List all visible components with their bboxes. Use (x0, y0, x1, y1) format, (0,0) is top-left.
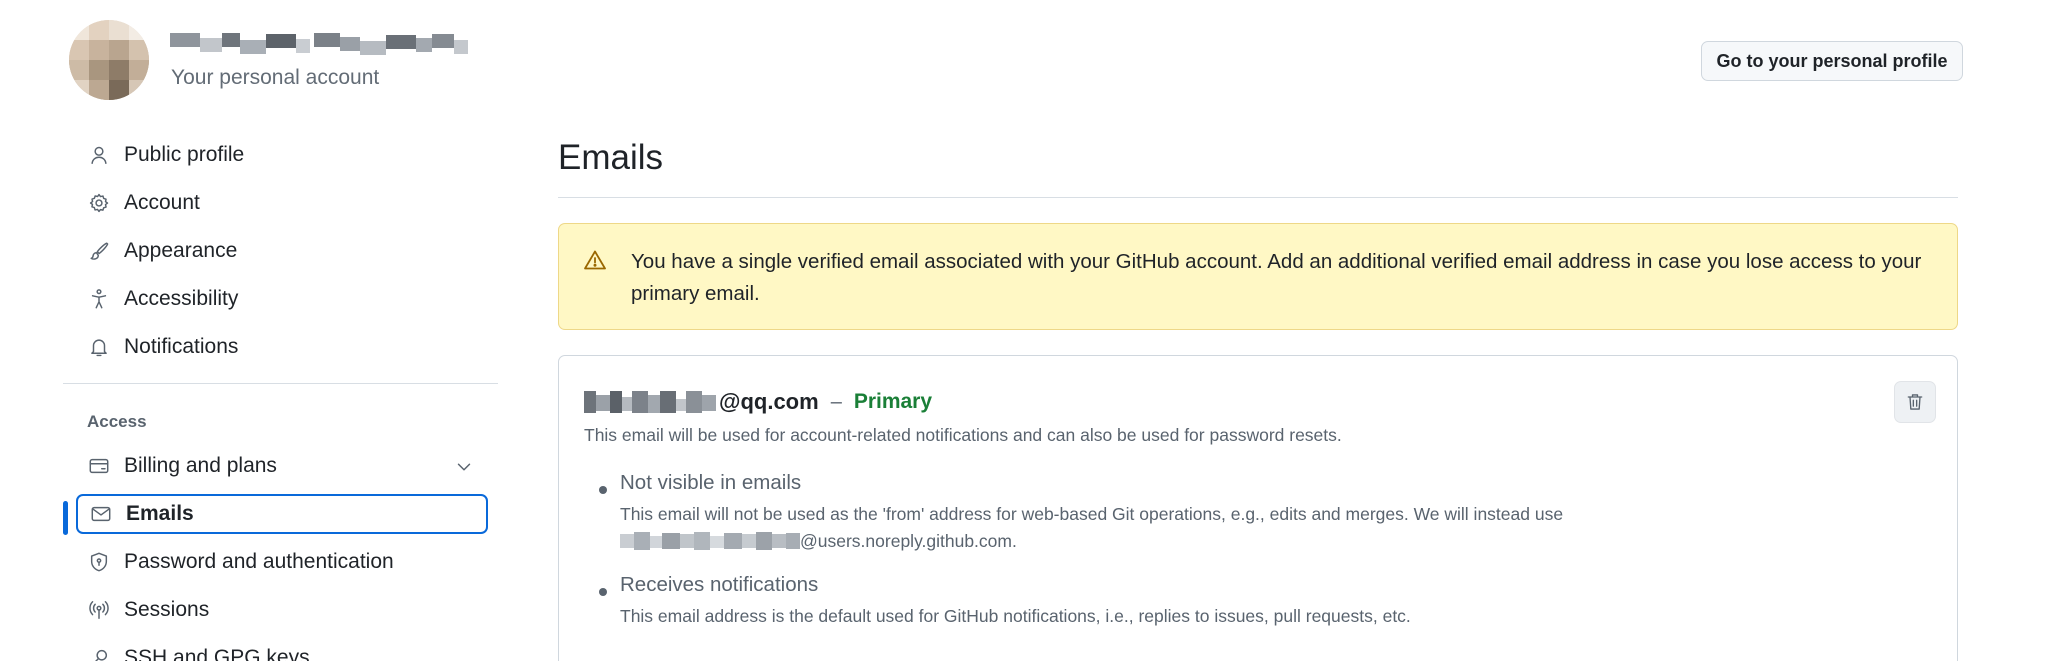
sidebar-item-account[interactable]: Account (76, 183, 488, 223)
delete-email-button[interactable] (1894, 381, 1936, 423)
email-address-suffix: @qq.com (719, 389, 819, 414)
sidebar-item-notifications[interactable]: Notifications (76, 327, 488, 367)
bullet-description: This email address is the default used f… (620, 606, 1411, 626)
sidebar-item-label: Password and authentication (124, 550, 394, 573)
sidebar-item-label: Account (124, 191, 200, 214)
bullet-title: Receives notifications (620, 573, 819, 596)
email-entry: @qq.com – Primary This email will be use… (558, 355, 1958, 661)
person-icon (87, 143, 111, 167)
sidebar-item-label: SSH and GPG keys (124, 646, 310, 661)
sidebar-item-label: Appearance (124, 239, 238, 262)
sidebar-item-sessions[interactable]: Sessions (76, 590, 488, 630)
sidebar-item-accessibility[interactable]: Accessibility (76, 279, 488, 319)
sidebar-item-label: Notifications (124, 335, 239, 358)
user-name-redacted (170, 28, 470, 62)
account-subtitle: Your personal account (171, 66, 380, 89)
go-to-profile-button[interactable]: Go to your personal profile (1701, 41, 1963, 81)
paintbrush-icon (87, 239, 111, 263)
chevron-down-icon[interactable] (452, 455, 476, 479)
sidebar-item-label: Accessibility (124, 287, 239, 310)
accessibility-icon (87, 287, 111, 311)
separator: – (830, 390, 842, 413)
warning-flash: You have a single verified email associa… (558, 223, 1958, 330)
sidebar-section-heading: Access (87, 412, 147, 431)
alert-icon (583, 248, 607, 272)
sidebar-item-appearance[interactable]: Appearance (76, 231, 488, 271)
broadcast-icon (87, 598, 111, 622)
sidebar-item-emails[interactable]: Emails (76, 494, 488, 534)
noreply-domain: @users.noreply.github.com. (800, 531, 1017, 551)
sidebar-item-password-auth[interactable]: Password and authentication (76, 542, 488, 582)
avatar[interactable] (69, 20, 149, 100)
sidebar-item-label: Billing and plans (124, 454, 277, 477)
trash-icon (1907, 394, 1923, 410)
sidebar-divider (63, 383, 498, 384)
email-description: This email will be used for account-rela… (584, 425, 1342, 445)
sidebar-item-label: Emails (126, 502, 194, 525)
email-heading: @qq.com – Primary (584, 387, 932, 417)
sidebar-item-billing[interactable]: Billing and plans (76, 446, 488, 486)
account-header: Your personal account Go to your persona… (0, 0, 2056, 110)
bullet-dot (599, 588, 607, 596)
shield-lock-icon (87, 550, 111, 574)
key-icon (87, 646, 111, 661)
credit-card-icon (87, 454, 111, 478)
primary-badge: Primary (853, 390, 933, 413)
bell-icon (87, 335, 111, 359)
bullet-description: This email will not be used as the 'from… (620, 501, 1720, 555)
active-indicator (63, 501, 68, 535)
noreply-address: @users.noreply.github.com. (620, 528, 1720, 555)
bullet-dot (599, 486, 607, 494)
noreply-username-redacted (620, 532, 800, 550)
title-divider (558, 197, 1958, 198)
page-title: Emails (558, 138, 664, 177)
bullet-title: Not visible in emails (620, 471, 802, 494)
sidebar-item-ssh-gpg-keys[interactable]: SSH and GPG keys (76, 638, 488, 661)
sidebar-item-public-profile[interactable]: Public profile (76, 135, 488, 175)
mail-icon (89, 502, 113, 526)
gear-icon (87, 191, 111, 215)
sidebar-item-label: Public profile (124, 143, 245, 166)
warning-message: You have a single verified email associa… (631, 250, 1922, 305)
sidebar-item-label: Sessions (124, 598, 210, 621)
email-local-part-redacted (584, 391, 719, 413)
bullet-description-line: This email will not be used as the 'from… (620, 504, 1564, 524)
